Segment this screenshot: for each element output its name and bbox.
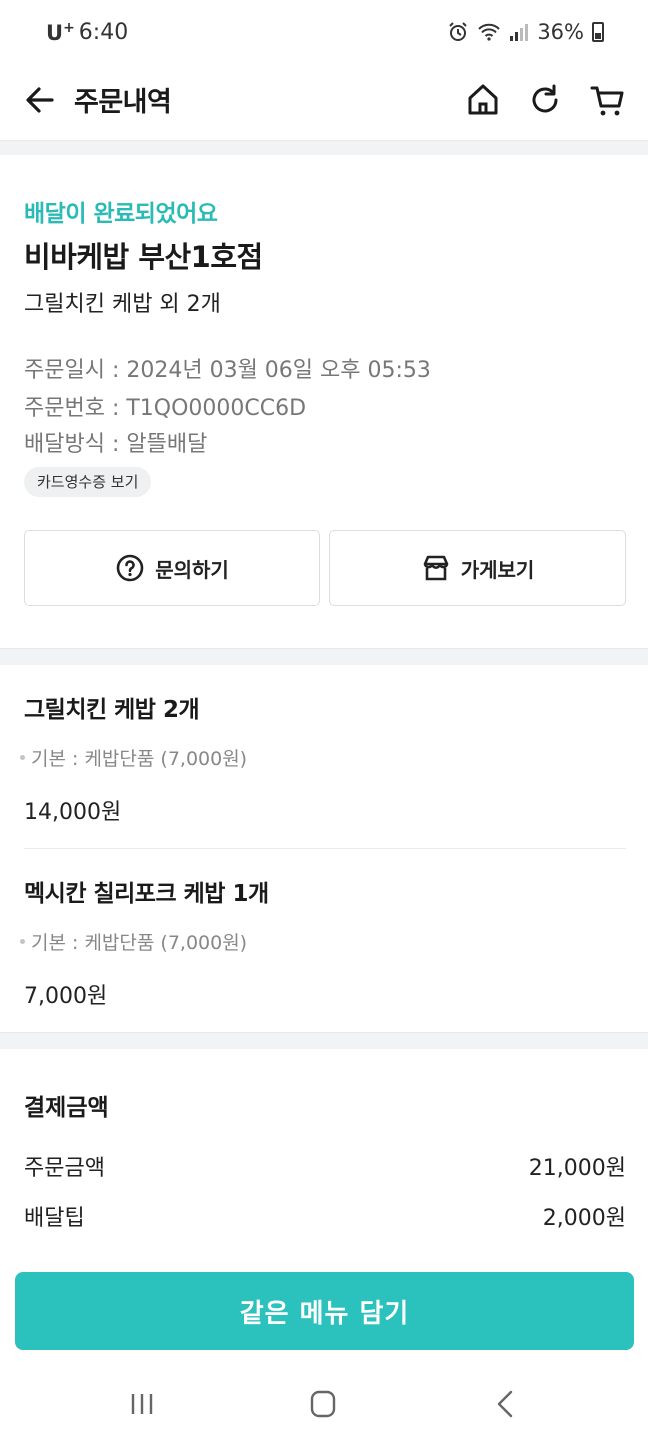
delivery-status: 배달이 완료되었어요 <box>24 201 218 227</box>
order-number-row: 주문번호 : T1QO0000CC6D <box>24 390 306 422</box>
home-nav-icon[interactable] <box>303 1386 343 1422</box>
system-nav-bar <box>0 1370 648 1440</box>
order-number-label: 주문번호 : <box>24 396 127 421</box>
section-divider <box>0 140 648 155</box>
item-divider <box>24 848 626 849</box>
bullet-icon <box>20 755 25 760</box>
battery-percent: 36% <box>537 20 584 44</box>
delivery-method-label: 배달방식 : <box>24 432 127 457</box>
alarm-icon <box>449 22 468 41</box>
order-amount-value: 21,000원 <box>528 1156 626 1181</box>
delivery-method-row: 배달방식 : 알뜰배달 <box>24 426 207 458</box>
app-header: 주문내역 <box>0 64 648 140</box>
item-price: 14,000원 <box>24 800 122 825</box>
payment-title: 결제금액 <box>24 1095 109 1121</box>
back-nav-icon[interactable] <box>486 1386 526 1422</box>
item-name: 그릴치킨 케밥 2개 <box>24 697 200 723</box>
carrier-label: U+ <box>46 20 75 45</box>
store-view-button[interactable]: 가게보기 <box>329 530 626 606</box>
store-icon <box>423 555 448 581</box>
order-summary: 그릴치킨 케밥 외 2개 <box>24 292 221 317</box>
inquiry-button[interactable]: 문의하기 <box>24 530 320 606</box>
status-right: 36% <box>447 20 604 44</box>
section-divider <box>0 1032 648 1049</box>
page-title: 주문내역 <box>74 87 172 118</box>
bullet-icon <box>20 939 25 944</box>
order-number-value: T1QO0000CC6D <box>126 396 307 421</box>
section-divider <box>0 648 648 665</box>
status-time: 6:40 <box>78 20 129 45</box>
question-icon <box>116 554 144 582</box>
item-option-text: 기본 : 케밥단품 (7,000원) <box>31 748 248 770</box>
item-name: 멕시칸 칠리포크 케밥 1개 <box>24 881 269 907</box>
home-icon[interactable] <box>465 80 501 120</box>
delivery-method-value: 알뜰배달 <box>126 432 208 457</box>
order-date-label: 주문일시 : <box>24 358 127 383</box>
item-option: 기본 : 케밥단품 (7,000원) <box>20 928 247 955</box>
order-date-value: 2024년 03월 06일 오후 05:53 <box>126 358 431 383</box>
card-receipt-button[interactable]: 카드영수증 보기 <box>24 467 152 497</box>
delivery-tip-label: 배달팁 <box>24 1206 85 1231</box>
refresh-icon[interactable] <box>527 80 563 120</box>
recent-apps-icon[interactable] <box>122 1386 162 1422</box>
battery-icon <box>592 22 604 42</box>
item-option-text: 기본 : 케밥단품 (7,000원) <box>31 932 248 954</box>
wifi-icon <box>478 23 501 41</box>
cart-icon[interactable] <box>590 80 626 120</box>
inquiry-button-label: 문의하기 <box>155 557 229 582</box>
item-option: 기본 : 케밥단품 (7,000원) <box>20 744 247 771</box>
order-date-row: 주문일시 : 2024년 03월 06일 오후 05:53 <box>24 352 431 384</box>
back-icon[interactable] <box>22 82 58 118</box>
status-bar: U+ 6:40 36% <box>0 0 648 64</box>
order-amount-label: 주문금액 <box>24 1156 105 1181</box>
delivery-tip-value: 2,000원 <box>542 1206 626 1231</box>
status-left: U+ 6:40 <box>46 20 128 45</box>
signal-icon <box>510 24 529 41</box>
store-name: 비바케밥 부산1호점 <box>24 240 263 274</box>
item-price: 7,000원 <box>24 984 108 1009</box>
store-view-button-label: 가게보기 <box>460 557 535 582</box>
add-same-menu-button[interactable]: 같은 메뉴 담기 <box>15 1272 634 1350</box>
